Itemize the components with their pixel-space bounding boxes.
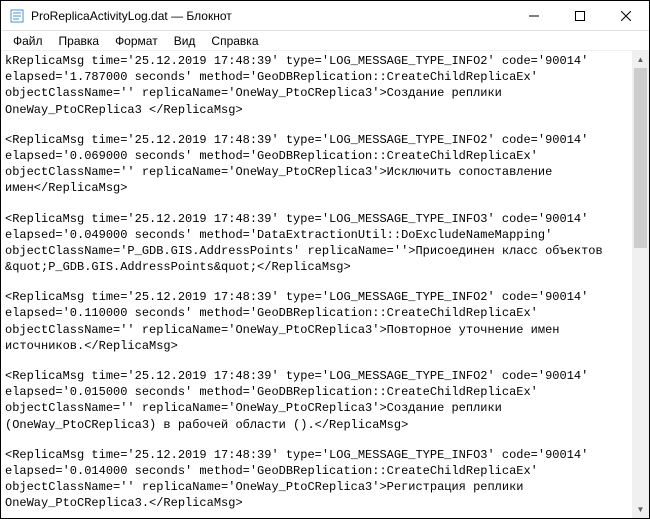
log-entry: <ReplicaMsg time='25.12.2019 17:48:39' t… (5, 132, 628, 197)
log-entry: <ReplicaMsg time='25.12.2019 17:48:39' t… (5, 289, 628, 354)
scroll-down-arrow[interactable]: ▼ (632, 501, 649, 518)
scroll-track[interactable] (632, 68, 649, 501)
vertical-scrollbar[interactable]: ▲ ▼ (632, 51, 649, 518)
log-entry: <ReplicaMsg time='25.12.2019 17:48:39' t… (5, 368, 628, 433)
menu-help[interactable]: Справка (203, 32, 266, 50)
menu-format[interactable]: Формат (107, 32, 166, 50)
content-wrap: kReplicaMsg time='25.12.2019 17:48:39' t… (1, 51, 649, 518)
titlebar: ProReplicaActivityLog.dat — Блокнот (1, 1, 649, 31)
close-button[interactable] (603, 1, 649, 30)
menu-file[interactable]: Файл (5, 32, 51, 50)
menubar: Файл Правка Формат Вид Справка (1, 31, 649, 51)
log-entry: kReplicaMsg time='25.12.2019 17:48:39' t… (5, 53, 628, 118)
menu-edit[interactable]: Правка (51, 32, 108, 50)
app-icon (9, 8, 25, 24)
window-title: ProReplicaActivityLog.dat — Блокнот (31, 9, 511, 23)
scroll-up-arrow[interactable]: ▲ (632, 51, 649, 68)
log-entry: <ReplicaMsg time='25.12.2019 17:48:39' t… (5, 447, 628, 512)
window-controls (511, 1, 649, 30)
maximize-button[interactable] (557, 1, 603, 30)
scroll-thumb[interactable] (634, 68, 647, 248)
log-entry: <ReplicaMsg time='25.12.2019 17:48:39' t… (5, 211, 628, 276)
text-area[interactable]: kReplicaMsg time='25.12.2019 17:48:39' t… (1, 51, 632, 518)
menu-view[interactable]: Вид (166, 32, 204, 50)
minimize-button[interactable] (511, 1, 557, 30)
